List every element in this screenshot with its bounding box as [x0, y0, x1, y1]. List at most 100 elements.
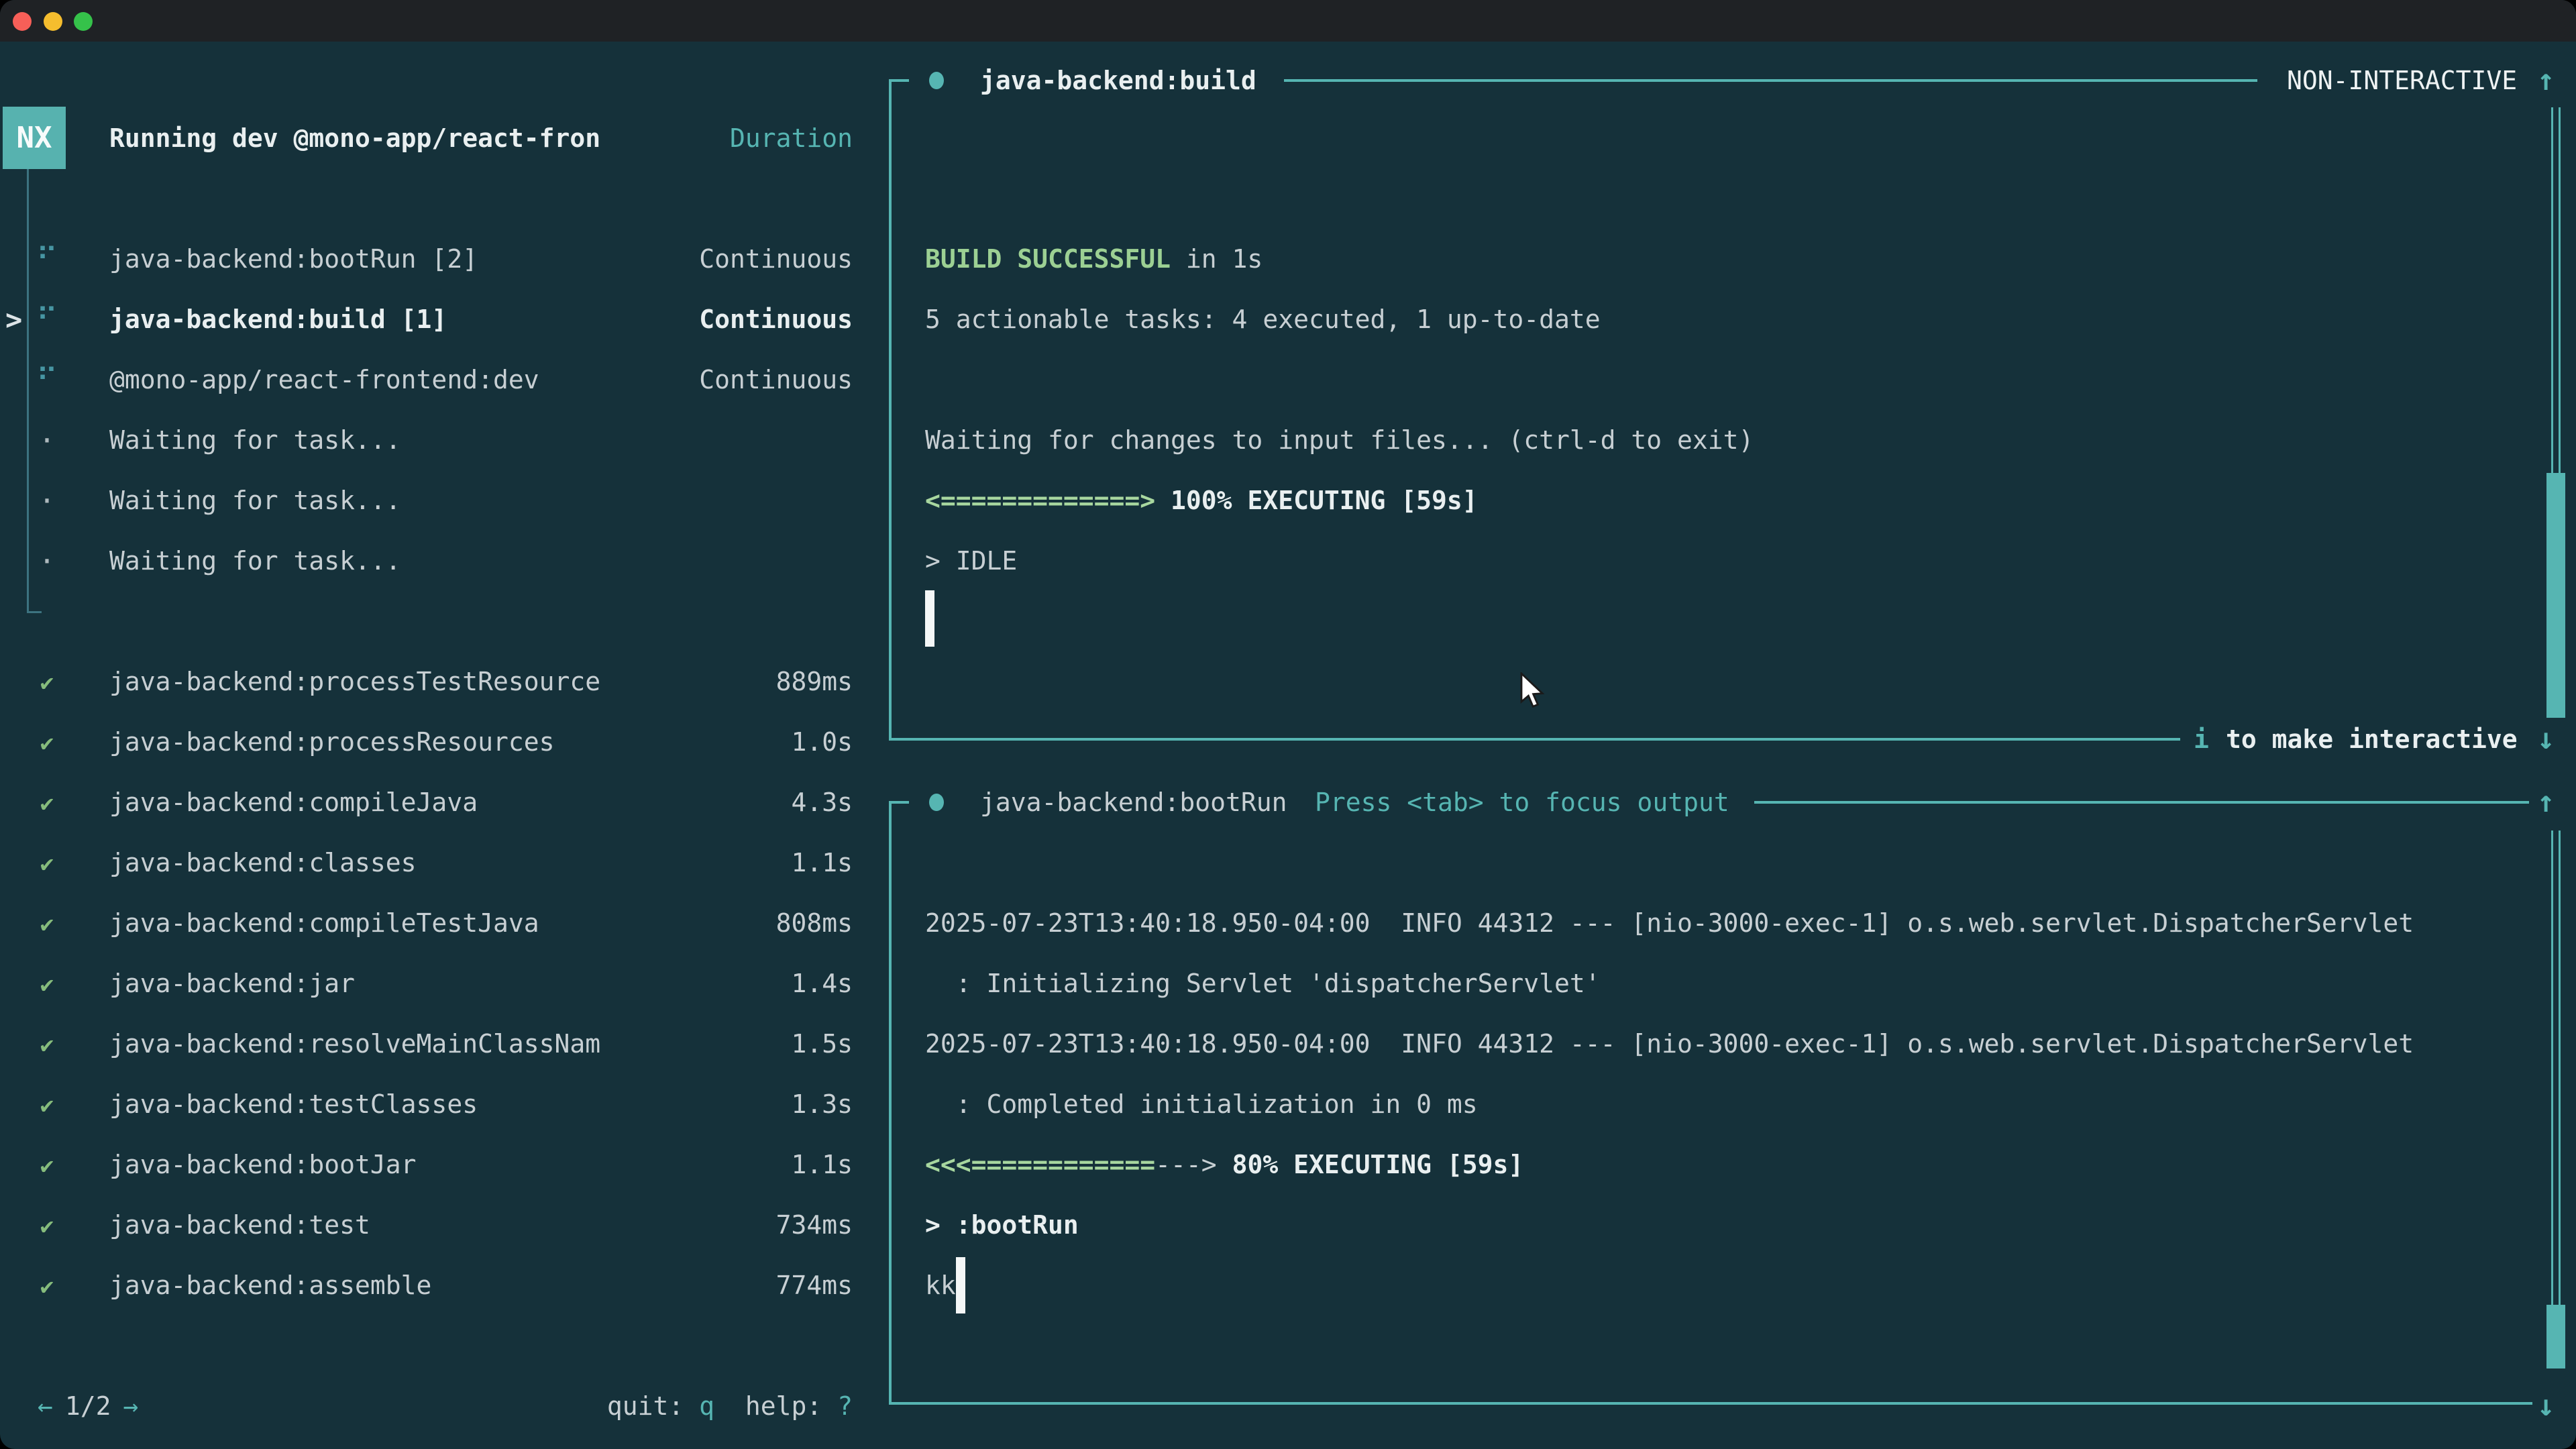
- task-name: Waiting for task...: [109, 425, 401, 455]
- waiting-dot-icon: ·: [34, 484, 60, 517]
- task-duration: Continuous: [699, 365, 853, 394]
- focus-output-hint: Press <tab> to focus output: [1315, 772, 1729, 833]
- task-duration: 734ms: [776, 1210, 853, 1240]
- task-name: java-backend:jar: [109, 969, 355, 998]
- task-name: java-backend:resolveMainClassNam: [109, 1029, 600, 1059]
- selected-task-marker: >: [0, 303, 34, 336]
- sidebar-task-row[interactable]: ✔ java-backend:compileJava 4.3s: [0, 772, 889, 833]
- check-icon: ✔: [34, 1210, 60, 1240]
- sidebar-task-row[interactable]: ✔ java-backend:bootJar 1.1s: [0, 1134, 889, 1195]
- panel-bootrun-border-bottom: [889, 1402, 2532, 1405]
- panel-build-scrollbar-thumb[interactable]: [2546, 473, 2565, 718]
- panel-bootrun-border-left: [889, 801, 892, 1405]
- task-name: java-backend:bootJar: [109, 1150, 417, 1179]
- keyboard-hints: quit: q help: ?: [607, 1391, 853, 1421]
- sidebar-task-row[interactable]: ✔java-backend:processTestResource889ms: [0, 651, 889, 712]
- check-icon: ✔: [34, 1089, 60, 1119]
- sidebar-task-row[interactable]: ✔ java-backend:test 734ms: [0, 1195, 889, 1255]
- sidebar-header: Running dev @mono-app/react-fron Duratio…: [0, 108, 889, 168]
- sidebar-task-row[interactable]: ✔java-backend:compileTestJava808ms: [0, 893, 889, 953]
- check-icon: ✔: [34, 788, 60, 817]
- sidebar-task-row[interactable]: ✔java-backend:testClasses1.3s: [0, 1074, 889, 1134]
- sidebar-task-row[interactable]: ✔ java-backend:jar 1.4s: [0, 953, 889, 1014]
- task-duration: 1.4s: [791, 969, 853, 998]
- task-name: java-backend:bootRun [2]: [109, 244, 478, 274]
- check-icon: ✔: [34, 667, 60, 696]
- task-duration: 774ms: [776, 1271, 853, 1300]
- task-name: java-backend:assemble: [109, 1271, 431, 1300]
- sidebar-task-row[interactable]: >⠋java-backend:build [1]Continuous: [0, 289, 889, 350]
- sidebar-task-row[interactable]: ✔ java-backend:resolveMainClassNam 1.5s: [0, 1014, 889, 1074]
- task-duration: 4.3s: [791, 788, 853, 817]
- interactive-hint-key: i: [2194, 709, 2209, 769]
- terminal-output-line: kk: [925, 1255, 956, 1316]
- panel-build-scrollbar-track[interactable]: [2551, 107, 2561, 473]
- check-icon: ✔: [34, 908, 60, 938]
- waiting-dot-icon: ·: [34, 545, 60, 578]
- panel-build-border-bottom: [889, 738, 2180, 741]
- titlebar: [0, 0, 2576, 42]
- task-name: java-backend:compileTestJava: [109, 908, 539, 938]
- panel-build-border-left: [889, 79, 892, 741]
- task-duration: 1.1s: [791, 1150, 853, 1179]
- task-name: java-backend:classes: [109, 848, 417, 877]
- terminal-output-line: Waiting for changes to input files... (c…: [925, 410, 1754, 470]
- panel-bootrun-cursor: [956, 1257, 965, 1313]
- terminal-output-line: 2025-07-23T13:40:18.950-04:00 INFO 44312…: [925, 893, 2414, 953]
- help-key: ?: [837, 1391, 853, 1421]
- check-icon: ✔: [34, 848, 60, 877]
- task-name: Waiting for task...: [109, 546, 401, 576]
- task-name: java-backend:compileJava: [109, 788, 478, 817]
- task-tree-corner: [27, 611, 42, 613]
- sidebar-task-row[interactable]: ⠋@mono-app/react-frontend:devContinuous: [0, 350, 889, 410]
- panel-build-scroll-up-icon[interactable]: ↑: [2537, 50, 2555, 111]
- terminal-output-line: <=============> 100% EXECUTING [59s]: [925, 470, 1478, 531]
- sidebar-task-row[interactable]: ⠋java-backend:bootRun [2]Continuous: [0, 229, 889, 289]
- page-indicator: 1/2: [65, 1391, 111, 1421]
- duration-column-header: Duration: [730, 123, 853, 153]
- task-name: Waiting for task...: [109, 486, 401, 515]
- terminal-output-line: 2025-07-23T13:40:18.950-04:00 INFO 44312…: [925, 1014, 2414, 1074]
- task-duration: 1.0s: [791, 727, 853, 757]
- task-duration: Continuous: [699, 244, 853, 274]
- panel-build-title: java-backend:build: [980, 50, 1256, 111]
- task-name: java-backend:processResources: [109, 727, 554, 757]
- quit-key: q: [699, 1391, 714, 1421]
- task-duration: Continuous: [699, 305, 853, 334]
- sidebar-task-row[interactable]: · Waiting for task...: [0, 470, 889, 531]
- panel-bootrun-status-dot: [929, 794, 944, 811]
- check-icon: ✔: [34, 1029, 60, 1059]
- sidebar-footer: ← 1/2 → quit: q help: ?: [0, 1376, 889, 1436]
- terminal-output-line: 5 actionable tasks: 4 executed, 1 up-to-…: [925, 289, 1601, 350]
- check-icon: ✔: [34, 969, 60, 998]
- close-button[interactable]: [13, 12, 32, 31]
- terminal-window: NX Running dev @mono-app/react-fron Dura…: [0, 0, 2576, 1449]
- task-duration: 1.5s: [791, 1029, 853, 1059]
- panel-build-scroll-down-icon[interactable]: ↓: [2537, 709, 2555, 769]
- panel-bootrun-scroll-down-icon[interactable]: ↓: [2537, 1376, 2555, 1436]
- panel-bootrun-border-top: [1754, 801, 2529, 804]
- terminal-output-line: > :bootRun: [925, 1195, 1079, 1255]
- spinner-icon: ⠋: [34, 303, 60, 337]
- sidebar-task-row[interactable]: ✔java-backend:classes1.1s: [0, 833, 889, 893]
- page-prev-arrow[interactable]: ←: [38, 1391, 53, 1421]
- sidebar-task-row[interactable]: ·Waiting for task...: [0, 410, 889, 470]
- task-duration: 1.3s: [791, 1089, 853, 1119]
- sidebar-title: Running dev @mono-app/react-fron: [109, 123, 600, 153]
- panel-bootrun-scrollbar-track[interactable]: [2551, 830, 2561, 1305]
- panel-bootrun-border-stub: [889, 801, 909, 804]
- page-next-arrow[interactable]: →: [123, 1391, 139, 1421]
- terminal-output-line: <<<============---> 80% EXECUTING [59s]: [925, 1134, 1523, 1195]
- sidebar-task-row[interactable]: · Waiting for task...: [0, 531, 889, 591]
- panel-bootrun-scrollbar-thumb[interactable]: [2546, 1305, 2565, 1368]
- minimize-button[interactable]: [44, 12, 62, 31]
- check-icon: ✔: [34, 1150, 60, 1179]
- spinner-icon: ⠋: [34, 363, 60, 397]
- zoom-button[interactable]: [74, 12, 93, 31]
- panel-bootrun-scroll-up-icon[interactable]: ↑: [2537, 772, 2555, 833]
- terminal-output-line: > IDLE: [925, 531, 1017, 591]
- sidebar-task-row[interactable]: ✔java-backend:assemble774ms: [0, 1255, 889, 1316]
- sidebar-task-row[interactable]: ✔java-backend:processResources1.0s: [0, 712, 889, 772]
- interactive-hint-text: to make interactive: [2226, 709, 2518, 769]
- task-name: java-backend:test: [109, 1210, 370, 1240]
